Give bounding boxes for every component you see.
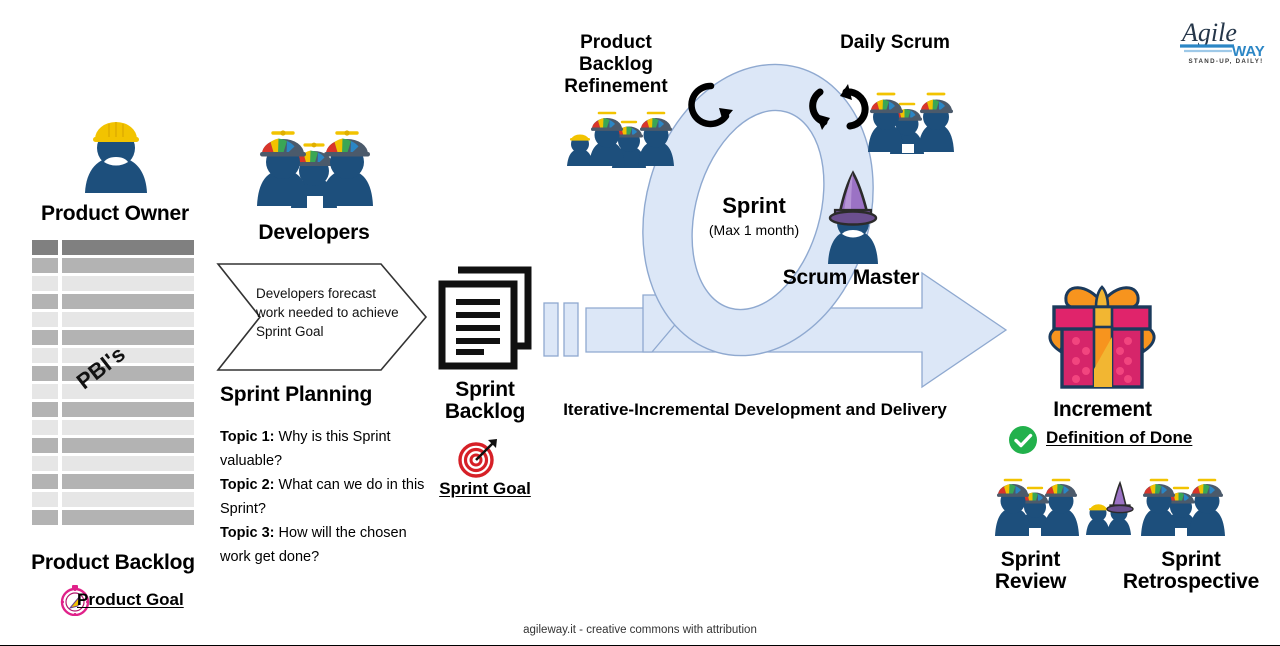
- po-sm-small-pair: [1086, 480, 1134, 535]
- target-icon: [458, 439, 497, 478]
- daily-scrum-label: Daily Scrum: [840, 32, 950, 53]
- table-row: [32, 420, 194, 435]
- table-row: [32, 510, 194, 525]
- sprint-review-label-2: Review: [994, 570, 1067, 593]
- definition-of-done-label: Definition of Done: [1046, 428, 1193, 447]
- delivery-label: Iterative-Incremental Development and De…: [563, 400, 947, 419]
- arrow-tail-dash-1: [543, 302, 559, 357]
- table-row: [32, 456, 194, 471]
- sprint-retrospective-group: [1141, 478, 1225, 537]
- logo-mark: Agile WAY: [1180, 18, 1265, 60]
- sprint-review-group: [995, 478, 1079, 537]
- arrow-tail-dash-2: [563, 302, 579, 357]
- sprint-retro-label-2: Retrospective: [1122, 570, 1260, 593]
- scrum-framework-diagram: Agile WAY STAND-UP, DAILY! Product Owner: [0, 0, 1280, 646]
- table-row: [32, 312, 194, 327]
- table-row: [32, 258, 194, 273]
- product-owner-label: Product Owner: [41, 202, 189, 225]
- table-row: [32, 438, 194, 453]
- daily-scrum-people-icon: [868, 92, 954, 154]
- table-row: [32, 240, 194, 255]
- developer-figure-right: [321, 130, 373, 206]
- sprint-goal-label: Sprint Goal: [439, 479, 531, 498]
- topic-label: Topic 2:: [220, 477, 275, 493]
- developers-icon: [257, 130, 373, 208]
- table-row: [32, 384, 194, 399]
- product-backlog-table: [32, 240, 194, 525]
- agileway-logo: Agile WAY STAND-UP, DAILY!: [1176, 14, 1276, 70]
- refinement-label: Product Backlog Refinement: [564, 32, 668, 97]
- circular-arrow-icon: [688, 82, 733, 128]
- sprint-review-label-1: Sprint: [1000, 548, 1061, 571]
- refinement-people-icon: [567, 111, 674, 168]
- gift-box-icon: [1048, 285, 1156, 389]
- scrum-master-label: Scrum Master: [782, 266, 920, 289]
- review-retro-people-icon: [995, 478, 1225, 537]
- topic-item: Topic 3: How will the chosen work get do…: [220, 521, 425, 569]
- increment-label: Increment: [1053, 398, 1152, 421]
- developer-small-right: [638, 111, 674, 166]
- topic-label: Topic 1:: [220, 429, 275, 445]
- topic-item: Topic 1: Why is this Sprint valuable?: [220, 425, 425, 473]
- sprint-planning-callout: Developers forecast work needed to achie…: [256, 286, 399, 339]
- product-owner-small-figure: [567, 134, 593, 166]
- table-row: [32, 402, 194, 417]
- product-owner-icon: [85, 122, 147, 193]
- product-backlog-title: Product Backlog: [31, 551, 195, 574]
- sprint-backlog-title-2: Backlog: [444, 400, 526, 423]
- table-row: [32, 276, 194, 291]
- sprint-backlog-title-1: Sprint: [455, 378, 515, 401]
- table-row: [32, 474, 194, 489]
- sprint-planning-title: Sprint Planning: [220, 383, 373, 406]
- table-row: [32, 492, 194, 507]
- sprint-retro-label-1: Sprint: [1161, 548, 1221, 571]
- sprint-planning-topics: Topic 1: Why is this Sprint valuable? To…: [220, 425, 425, 569]
- product-goal-label: Product Goal: [77, 590, 184, 609]
- scrum-master-icon: [828, 170, 878, 264]
- table-row: [32, 294, 194, 309]
- logo-tagline: STAND-UP, DAILY!: [1188, 58, 1264, 65]
- footer-attribution: agileway.it - creative commons with attr…: [523, 624, 757, 636]
- developers-label: Developers: [258, 221, 370, 244]
- topic-label: Topic 3:: [220, 525, 275, 541]
- developer-figure-right: [918, 92, 954, 152]
- cyclic-arrows-icon: [809, 84, 869, 130]
- check-circle-icon: [1009, 426, 1037, 454]
- document-stack-icon: [438, 266, 532, 370]
- logo-agile-text: Agile: [1180, 18, 1237, 47]
- topic-item: Topic 2: What can we do in this Sprint?: [220, 473, 425, 521]
